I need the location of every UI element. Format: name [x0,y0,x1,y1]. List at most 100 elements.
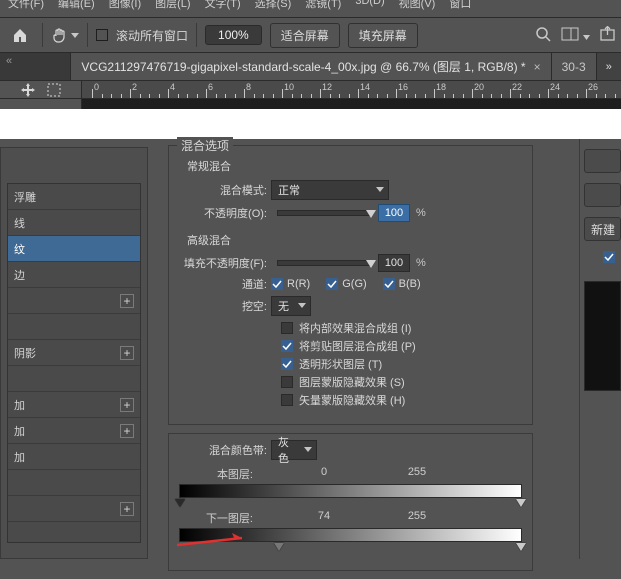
blend-if-value: 灰色 [278,434,298,466]
channels-label: 通道: [179,276,271,292]
style-list-item[interactable]: 加+ [8,418,140,444]
black-slider-under[interactable] [274,543,284,551]
styles-left-panel: 浮雕线纹边+阴影+加+加+加+ [0,147,148,559]
channel-b-checkbox[interactable] [383,278,395,290]
black-slider-this[interactable] [175,499,185,507]
add-effect-icon[interactable]: + [120,424,134,438]
menu-edit[interactable]: 编辑(E) [54,0,99,11]
slider-thumb[interactable] [366,210,376,218]
option-label: 图层蒙版隐藏效果 (S) [299,374,405,390]
option-checkbox[interactable] [281,340,293,352]
style-list-item[interactable] [8,366,140,392]
workspace-icon[interactable] [561,27,590,44]
ruler-tick-label: 16 [398,82,408,92]
tab-spacer: « [0,53,71,80]
add-effect-icon[interactable]: + [120,502,134,516]
chevron-down-icon [298,303,306,308]
style-list-item[interactable]: + [8,288,140,314]
option-checkbox[interactable] [281,358,293,370]
home-icon[interactable] [6,23,34,47]
style-list-item[interactable]: 线 [8,210,140,236]
dialog-right-pane: 新建 [579,139,621,559]
marquee-tool-icon[interactable] [46,82,62,98]
fit-screen-button[interactable]: 适合屏幕 [270,23,340,48]
share-icon[interactable] [600,26,615,44]
menu-filter[interactable]: 滤镜(T) [301,0,345,11]
menu-window[interactable]: 窗口 [445,0,475,11]
menu-3d[interactable]: 3D(D) [351,0,388,7]
slider-thumb[interactable] [366,260,376,268]
blend-mode-select[interactable]: 正常 [271,180,389,200]
add-effect-icon[interactable]: + [120,294,134,308]
options-bar: 滚动所有窗口 100% 适合屏幕 填充屏幕 [0,18,621,53]
style-list-item[interactable]: 边 [8,262,140,288]
ok-button[interactable] [584,149,621,173]
tab-overflow-icon[interactable]: » [597,53,621,80]
opacity-label: 不透明度(O): [179,205,271,221]
channel-r-label: R(R) [287,278,310,290]
hand-tool-icon[interactable] [51,23,79,47]
knockout-select[interactable]: 无 [271,296,311,316]
blending-options-panel: 混合选项 常规混合 混合模式: 正常 不透明度(O): % 高级混合 填充不透 [148,139,621,559]
ruler-tick-label: 18 [436,82,446,92]
style-list-item[interactable]: + [8,496,140,522]
fill-screen-button[interactable]: 填充屏幕 [348,23,418,48]
menu-select[interactable]: 选择(S) [251,0,296,11]
annotation-arrow-icon [172,530,252,542]
new-style-button[interactable]: 新建 [584,217,621,241]
channel-b-label: B(B) [399,278,421,290]
style-item-label: 加 [14,449,25,465]
opacity-input[interactable] [378,204,410,222]
option-label: 将剪贴图层混合成组 (P) [299,338,416,354]
move-tool-icon[interactable] [20,82,36,98]
styles-list: 浮雕线纹边+阴影+加+加+加+ [7,183,141,543]
this-layer-gradient[interactable] [179,484,522,498]
under-high-value: 255 [387,510,447,526]
canvas-area[interactable] [82,99,621,109]
under-layer-gradient[interactable] [179,528,522,542]
menu-type[interactable]: 文字(T) [201,0,245,11]
close-icon[interactable]: × [534,60,541,74]
tab-active[interactable]: VCG211297476719-gigapixel-standard-scale… [71,53,551,80]
menu-image[interactable]: 图像(I) [105,0,145,11]
tab-title: VCG211297476719-gigapixel-standard-scale… [81,58,525,75]
style-list-item[interactable]: 加+ [8,392,140,418]
cancel-button[interactable] [584,183,621,207]
style-list-item[interactable] [8,470,140,496]
scroll-all-checkbox[interactable] [96,29,108,41]
menu-layer[interactable]: 图层(L) [151,0,194,11]
add-effect-icon[interactable]: + [120,398,134,412]
this-layer-label: 本图层: [181,466,261,482]
blend-if-label: 混合颜色带: [179,442,271,458]
channel-g-checkbox[interactable] [326,278,338,290]
fill-opacity-input[interactable] [378,254,410,272]
blend-if-select[interactable]: 灰色 [271,440,317,460]
layer-style-dialog: 浮雕线纹边+阴影+加+加+加+ 混合选项 常规混合 混合模式: 正常 不透明度(… [0,139,621,559]
style-list-item[interactable] [8,314,140,340]
tab-inactive[interactable]: 30-3 [552,53,597,80]
add-effect-icon[interactable]: + [120,346,134,360]
white-slider-under[interactable] [516,543,526,551]
blend-mode-label: 混合模式: [179,182,271,198]
style-list-item[interactable]: 纹 [8,236,140,262]
fill-opacity-label: 填充不透明度(F): [179,255,271,271]
menu-file[interactable]: 文件(F) [4,0,48,11]
opacity-slider[interactable] [277,210,372,216]
this-low-value: 0 [294,466,354,482]
style-list-item[interactable]: 阴影+ [8,340,140,366]
style-list-item[interactable]: 浮雕 [8,184,140,210]
white-slider-this[interactable] [516,499,526,507]
fill-opacity-slider[interactable] [277,260,372,266]
style-item-label: 边 [14,267,25,283]
preview-checkbox[interactable] [603,251,615,263]
ruler-tick-label: 26 [588,82,598,92]
option-checkbox[interactable] [281,376,293,388]
channel-r-checkbox[interactable] [271,278,283,290]
zoom-value[interactable]: 100% [205,25,262,45]
style-list-item[interactable]: 加 [8,444,140,470]
option-checkbox[interactable] [281,322,293,334]
option-checkbox[interactable] [281,394,293,406]
search-icon[interactable] [535,26,551,45]
ruler-tick-label: 4 [170,82,175,92]
menu-view[interactable]: 视图(V) [395,0,440,11]
